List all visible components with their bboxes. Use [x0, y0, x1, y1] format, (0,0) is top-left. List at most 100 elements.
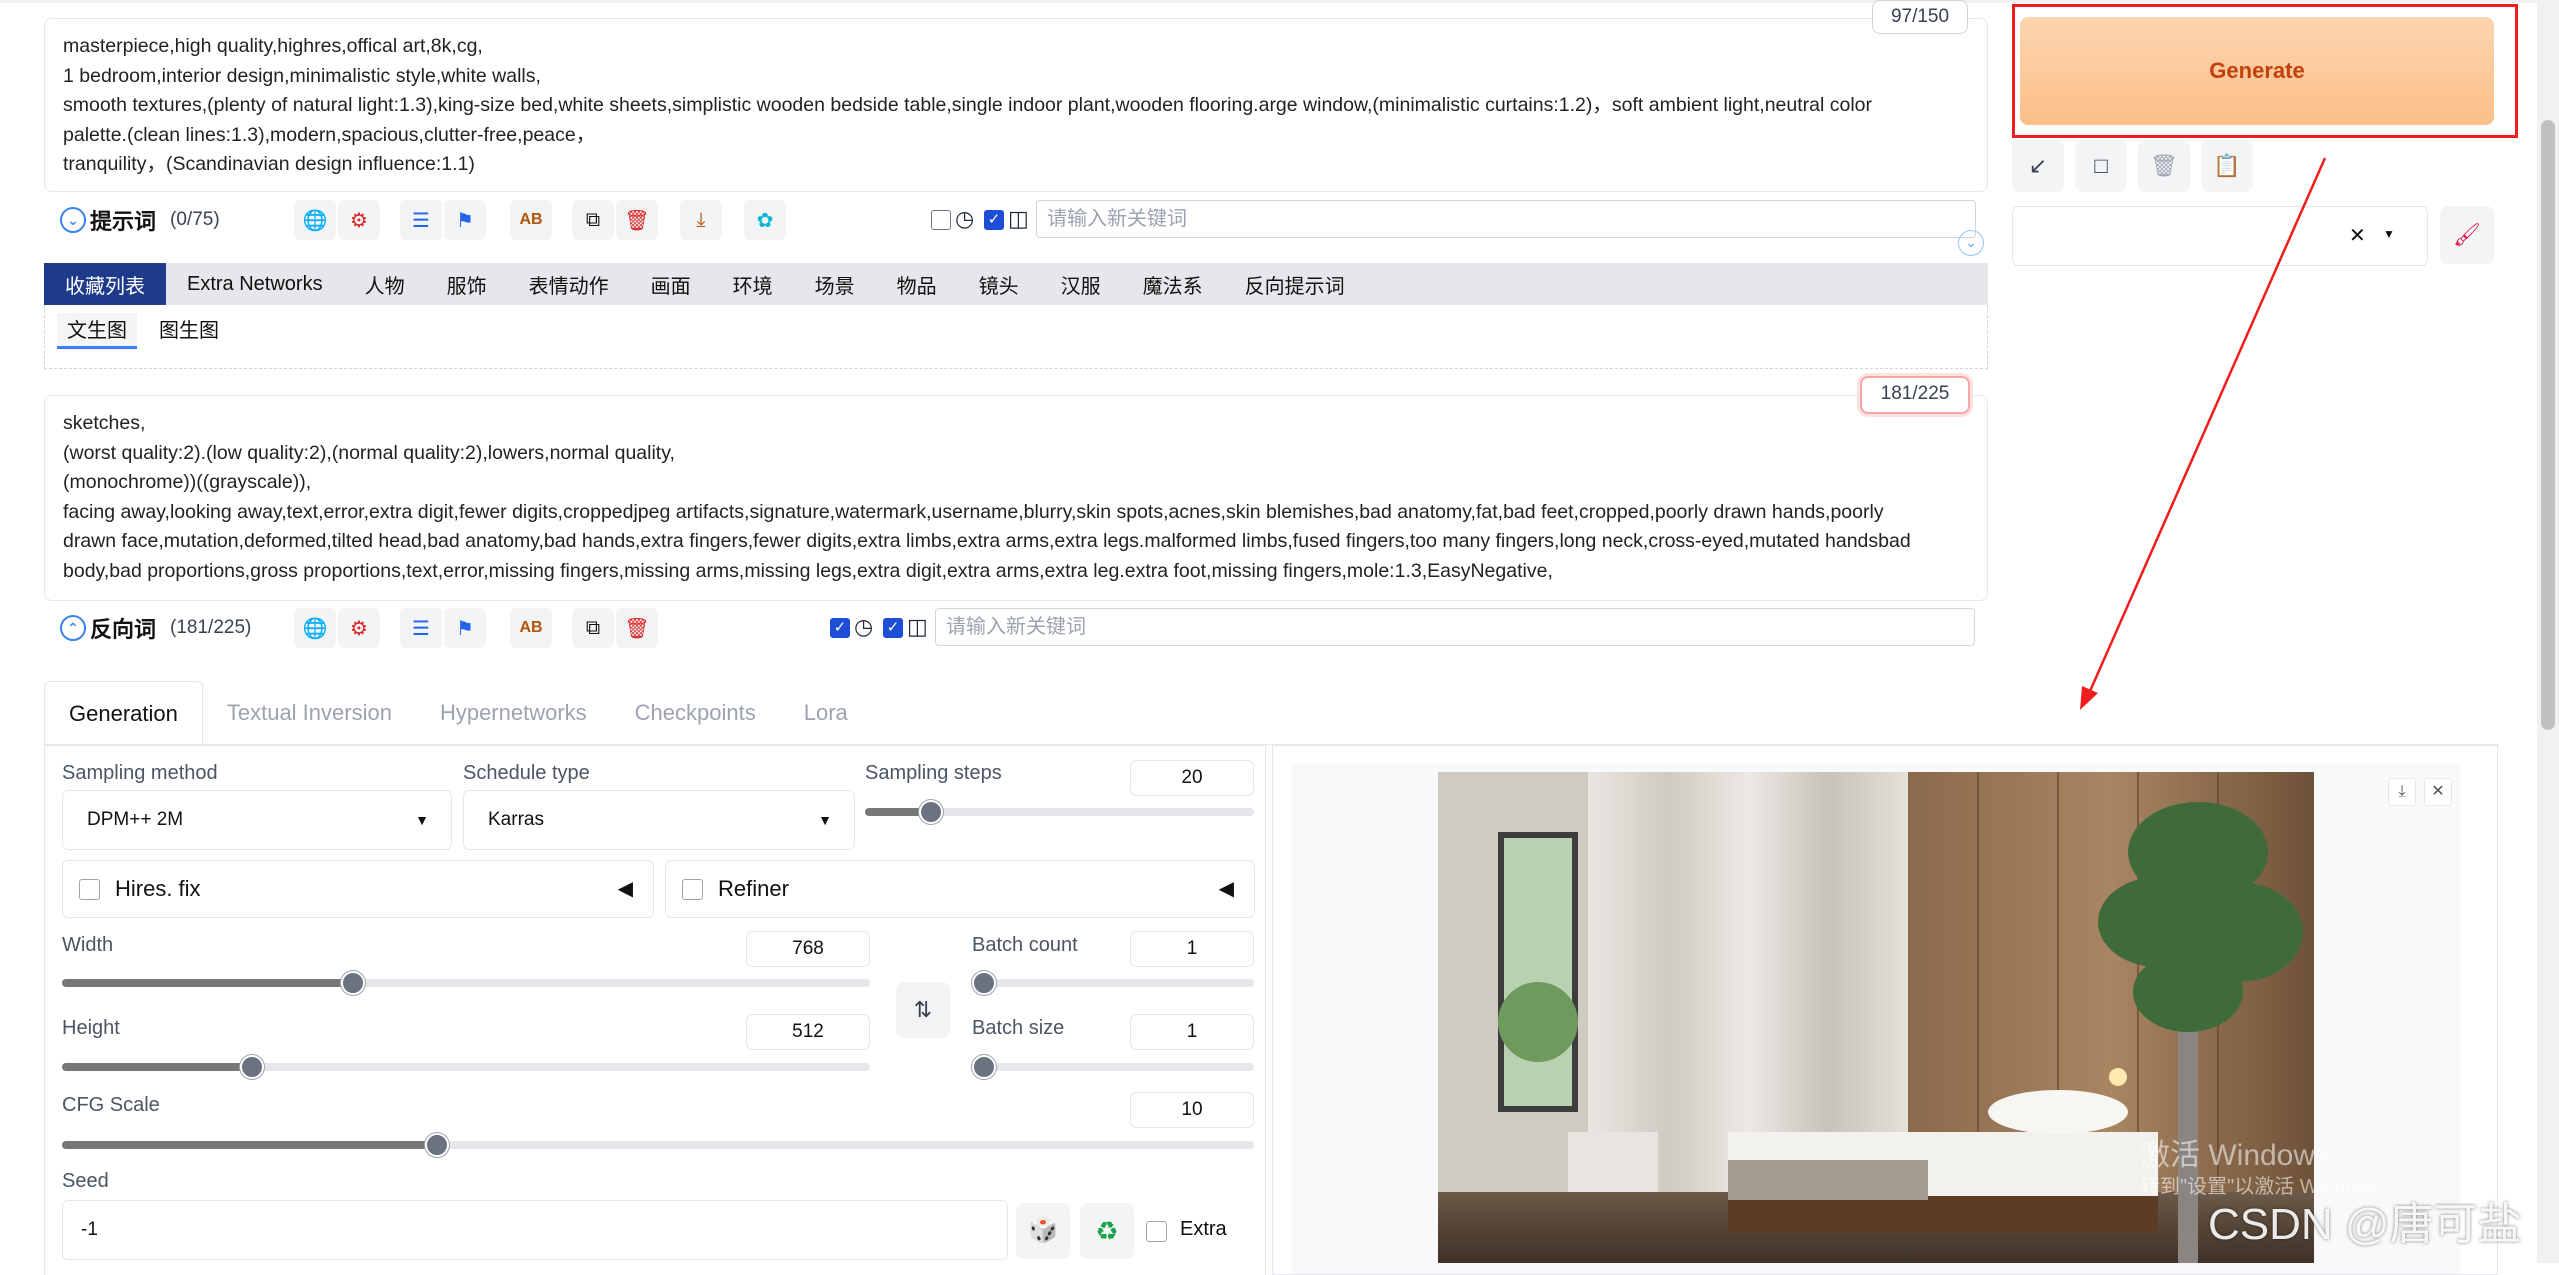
panel-icon: ◫: [1008, 206, 1029, 231]
settings-button[interactable]: ⚙: [338, 200, 380, 240]
slider-handle[interactable]: [972, 1055, 996, 1079]
tab-scene-style[interactable]: 画面: [630, 263, 712, 305]
category-tabs: 收藏列表 Extra Networks 人物 服饰 表情动作 画面 环境 场景 …: [44, 263, 1988, 305]
tab-scenes[interactable]: 场景: [794, 263, 876, 305]
width-slider[interactable]: [62, 971, 870, 995]
slider-handle[interactable]: [340, 971, 365, 995]
translate-ab-icon: AB: [519, 619, 543, 636]
batch-count-input[interactable]: 1: [1130, 931, 1254, 967]
toggle-checkbox-1[interactable]: [931, 210, 951, 230]
triangle-left-icon: ◀: [1218, 878, 1234, 900]
schedule-type-select[interactable]: Karras ▼: [463, 790, 855, 850]
tree-outside: [1498, 982, 1578, 1062]
tab-checkpoints[interactable]: Checkpoints: [611, 681, 780, 745]
cfg-scale-input[interactable]: 10: [1130, 1092, 1254, 1128]
swap-dimensions-button[interactable]: ⇅: [896, 982, 950, 1038]
schedule-type-label: Schedule type: [463, 762, 590, 784]
tab-generation[interactable]: Generation: [44, 681, 203, 745]
negative-toolbar-title[interactable]: ⌃ 反向词: [60, 612, 156, 644]
read-params-button[interactable]: ↙: [2012, 140, 2064, 192]
chevron-up-icon: ⌃: [60, 615, 86, 641]
collapse-circle-icon[interactable]: ⌄: [1958, 230, 1984, 256]
hires-fix-checkbox[interactable]: [79, 879, 100, 900]
prompt-textarea[interactable]: masterpiece,high quality,highres,offical…: [44, 18, 1988, 192]
height-input[interactable]: 512: [746, 1014, 870, 1050]
sampling-steps-input[interactable]: 20: [1130, 760, 1254, 796]
tab-hypernetworks[interactable]: Hypernetworks: [416, 681, 611, 745]
negative-keyword-input[interactable]: 请输入新关键词: [935, 608, 1975, 646]
copy-button[interactable]: ⧉: [572, 608, 614, 648]
toggle-checkbox-1[interactable]: ✓: [830, 618, 850, 638]
tab-extra-networks[interactable]: Extra Networks: [166, 263, 344, 305]
prompt-toolbar: ⌄ 提示词 (0/75): [60, 198, 220, 242]
subtab-txt2img[interactable]: 文生图: [57, 313, 137, 349]
edit-styles-button[interactable]: 🖌: [2440, 206, 2494, 264]
copy-button[interactable]: ⧉: [572, 200, 614, 240]
slider-handle[interactable]: [972, 971, 996, 995]
slider-handle[interactable]: [919, 800, 944, 824]
openai-icon: ✿: [756, 209, 774, 232]
tab-favorites[interactable]: 收藏列表: [44, 263, 166, 305]
sampling-steps-slider[interactable]: [865, 800, 1254, 824]
delete-button[interactable]: 🗑: [616, 200, 658, 240]
bookmark-button[interactable]: ⚑: [444, 608, 486, 648]
caret-down-icon: ▼: [415, 812, 429, 828]
tab-hanfu[interactable]: 汉服: [1040, 263, 1122, 305]
delete-button[interactable]: 🗑: [616, 608, 658, 648]
prompt-toolbar-title[interactable]: ⌄ 提示词: [60, 204, 156, 236]
prompt-list-button[interactable]: ☰: [400, 608, 442, 648]
slider-handle[interactable]: [239, 1055, 264, 1079]
keyword-input[interactable]: 请输入新关键词: [1036, 200, 1976, 238]
download-image-button[interactable]: ⤓: [2388, 778, 2416, 806]
clear-icon[interactable]: ✕: [2349, 223, 2366, 248]
batch-size-slider[interactable]: [972, 1055, 1254, 1079]
gear-icon: ⚙: [350, 617, 368, 640]
import-button[interactable]: ⤓: [680, 200, 722, 240]
toggle-checkbox-2[interactable]: ✓: [984, 210, 1004, 230]
reuse-seed-button[interactable]: ♻: [1080, 1203, 1134, 1259]
sampling-method-select[interactable]: DPM++ 2M ▼: [62, 790, 452, 850]
tab-camera[interactable]: 镜头: [958, 263, 1040, 305]
swap-language-button[interactable]: AB: [510, 608, 552, 648]
scrollbar-thumb[interactable]: [2541, 120, 2555, 730]
cfg-scale-slider[interactable]: [62, 1133, 1254, 1157]
schedule-type-value: Karras: [488, 809, 544, 830]
ai-button[interactable]: ✿: [744, 200, 786, 240]
tab-lora[interactable]: Lora: [780, 681, 872, 745]
translate-button[interactable]: 🌐: [294, 608, 336, 648]
seed-value: -1: [81, 1219, 98, 1240]
prompt-list-button[interactable]: ☰: [400, 200, 442, 240]
tab-characters[interactable]: 人物: [344, 263, 426, 305]
tab-objects[interactable]: 物品: [876, 263, 958, 305]
bookmark-icon: ⚑: [456, 209, 474, 232]
translate-button[interactable]: 🌐: [294, 200, 336, 240]
negative-toolbar: ⌃ 反向词 (181/225): [60, 606, 251, 650]
swap-language-button[interactable]: AB: [510, 200, 552, 240]
negative-line: (monochrome))((grayscale)),: [63, 471, 312, 493]
tab-clothing[interactable]: 服饰: [426, 263, 508, 305]
toggle-checkbox-2[interactable]: ✓: [883, 618, 903, 638]
close-image-button[interactable]: ✕: [2424, 778, 2452, 806]
tab-expressions[interactable]: 表情动作: [508, 263, 630, 305]
settings-button[interactable]: ⚙: [338, 608, 380, 648]
seed-input[interactable]: -1: [62, 1200, 1008, 1260]
batch-count-slider[interactable]: [972, 971, 1254, 995]
hires-fix-label: Hires. fix: [115, 876, 201, 901]
tab-textual-inversion[interactable]: Textual Inversion: [203, 681, 416, 745]
subtab-img2img[interactable]: 图生图: [149, 313, 229, 349]
batch-size-input[interactable]: 1: [1130, 1014, 1254, 1050]
refiner-checkbox[interactable]: [682, 879, 703, 900]
page-scrollbar[interactable]: [2537, 0, 2559, 1263]
height-slider[interactable]: [62, 1055, 870, 1079]
bookmark-button[interactable]: ⚑: [444, 200, 486, 240]
negative-prompt-textarea[interactable]: sketches, (worst quality:2).(low quality…: [44, 395, 1988, 601]
tab-environment[interactable]: 环境: [712, 263, 794, 305]
extra-checkbox[interactable]: [1146, 1221, 1167, 1242]
random-seed-button[interactable]: 🎲: [1016, 1203, 1070, 1259]
seed-label: Seed: [62, 1170, 109, 1192]
width-input[interactable]: 768: [746, 931, 870, 967]
tab-negative[interactable]: 反向提示词: [1224, 263, 1366, 305]
tab-magic[interactable]: 魔法系: [1122, 263, 1224, 305]
refiner-accordion[interactable]: Refiner ◀: [665, 860, 1255, 918]
hires-fix-accordion[interactable]: Hires. fix ◀: [62, 860, 654, 918]
